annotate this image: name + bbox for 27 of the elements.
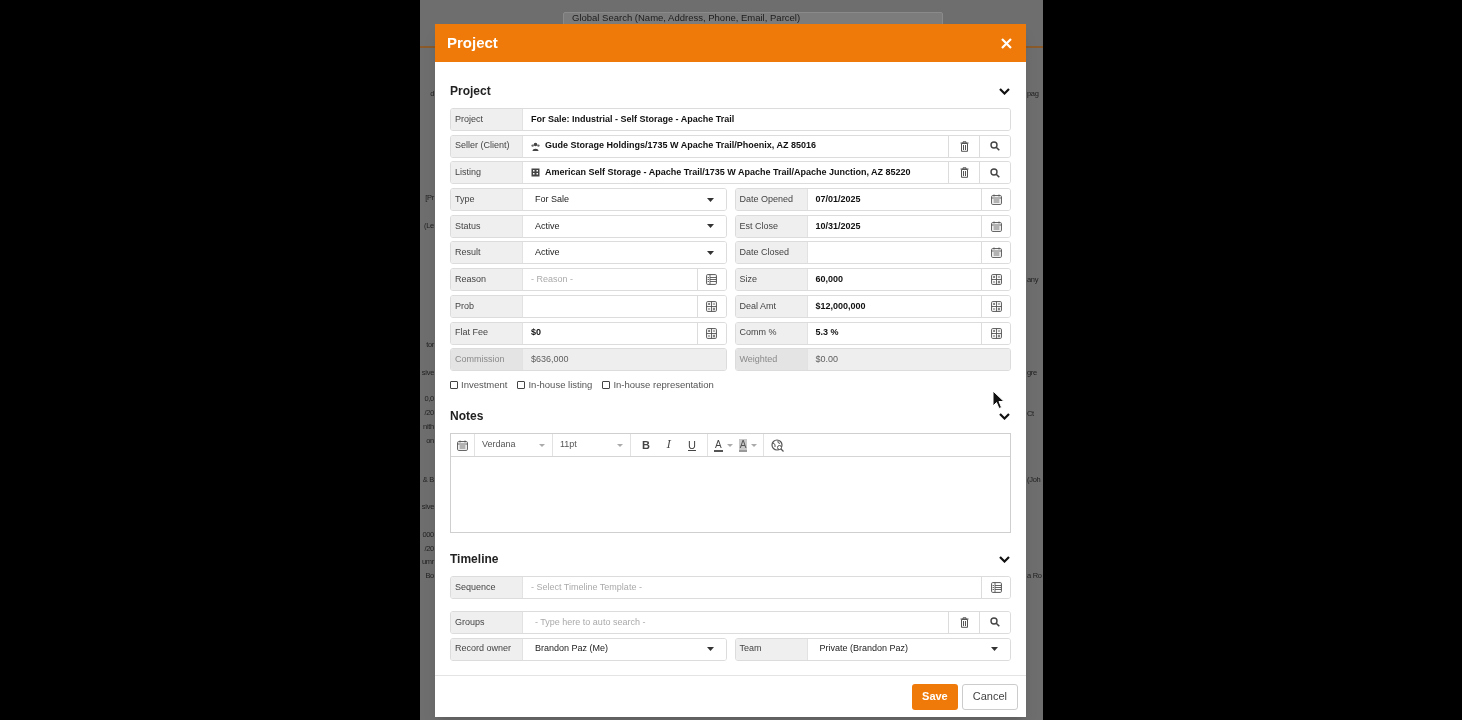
text-color-button[interactable]: A bbox=[711, 434, 736, 457]
cancel-button[interactable]: Cancel bbox=[961, 683, 1018, 710]
caret-down-icon bbox=[751, 443, 758, 447]
chevron-down-icon bbox=[998, 555, 1010, 563]
caret-down-icon bbox=[726, 443, 733, 447]
close-button[interactable] bbox=[998, 35, 1014, 51]
dialog-title: Project bbox=[447, 32, 498, 53]
calendar-icon bbox=[457, 439, 468, 451]
font-dropdown[interactable]: Verdana bbox=[475, 434, 553, 457]
globe-search-icon bbox=[770, 438, 784, 452]
highlight-color-button[interactable]: A bbox=[735, 434, 761, 457]
close-icon bbox=[1000, 37, 1012, 49]
chevron-down-icon bbox=[998, 412, 1010, 420]
bold-button[interactable]: B bbox=[635, 434, 657, 457]
checkbox[interactable]: In-house listing bbox=[517, 378, 593, 393]
caret-down-icon bbox=[539, 443, 545, 447]
section-title: Notes bbox=[450, 408, 484, 426]
chevron-down-icon bbox=[998, 87, 1010, 95]
caret-down-icon bbox=[617, 443, 623, 447]
checkbox[interactable]: Investment bbox=[450, 378, 508, 393]
mouse-cursor-icon bbox=[992, 390, 1005, 410]
italic-button[interactable]: I bbox=[658, 434, 680, 457]
section-title: Project bbox=[450, 83, 491, 100]
size-dropdown[interactable]: 11pt bbox=[553, 434, 631, 457]
checkbox[interactable]: In-house representation bbox=[602, 378, 714, 393]
underline-button[interactable]: U bbox=[681, 434, 703, 457]
section-title: Timeline bbox=[450, 551, 499, 569]
